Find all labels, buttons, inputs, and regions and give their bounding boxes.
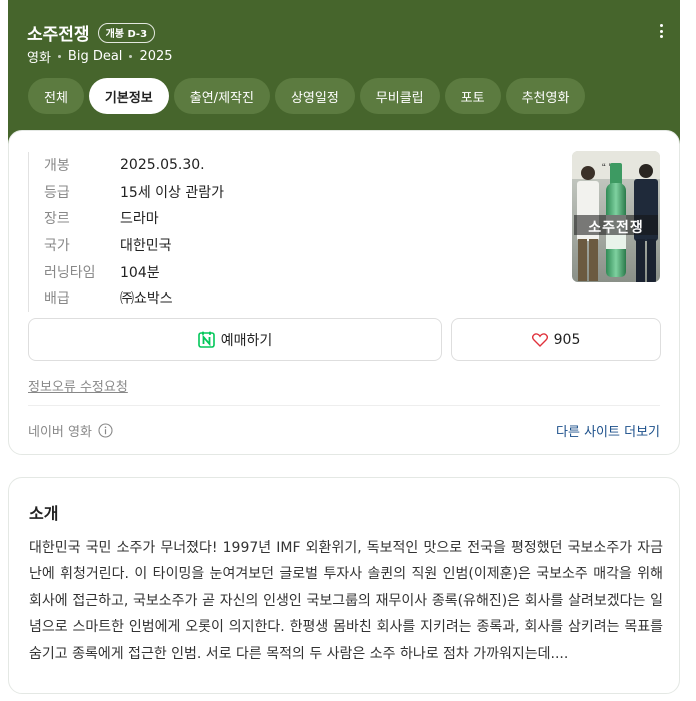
intro-text: 대한민국 국민 소주가 무너졌다! 1997년 IMF 외환위기, 독보적인 맛… [29,540,663,662]
info-value: 2025.05.30. [120,157,205,174]
like-count: 905 [553,331,581,348]
tab-movie-clips[interactable]: 무비클립 [359,78,440,114]
info-label: 배급 [44,291,70,308]
info-value: 104분 [120,264,160,281]
info-row-distributor: 배급 ㈜쇼박스 [44,285,224,312]
basic-info-card: 개봉 2025.05.30. 등급 15세 이상 관람가 장르 드라마 국가 대… [8,130,680,455]
more-options-icon[interactable] [660,24,664,40]
like-button[interactable]: 905 [451,318,661,361]
info-label: 국가 [44,238,70,255]
release-badge: 개봉 D-3 [97,22,156,43]
divider [28,405,660,406]
tab-bar: 전체 기본정보 출연/제작진 상영일정 무비클립 포토 추천영화 [28,78,590,114]
tab-recommended[interactable]: 추천영화 [505,78,586,114]
movie-title[interactable]: 소주전쟁 [27,20,90,45]
report-error-link[interactable]: 정보오류 수정요청 [28,376,128,395]
meta-year: 2025 [139,49,173,64]
reserve-button[interactable]: 예매하기 [28,318,442,361]
source-text: 네이버 영화 [28,425,92,440]
intro-title: 소개 [29,504,59,523]
info-label: 러닝타임 [44,264,96,281]
intro-card: 소개 대한민국 국민 소주가 무너졌다! 1997년 IMF 외환위기, 독보적… [8,477,680,694]
info-list: 개봉 2025.05.30. 등급 15세 이상 관람가 장르 드라마 국가 대… [28,152,224,312]
meta-separator [57,55,61,58]
more-sites-link[interactable]: 다른 사이트 더보기 [556,421,660,440]
meta-category: 영화 [27,51,51,66]
info-label: 등급 [44,184,70,201]
heart-icon [531,332,548,347]
tab-basic-info[interactable]: 기본정보 [88,78,169,114]
movie-meta: 영화 Big Deal 2025 [27,47,173,66]
movie-poster[interactable]: “ ” 소주전쟁 [572,151,660,282]
tab-photos[interactable]: 포토 [444,78,501,114]
naver-booking-icon [197,331,215,348]
meta-separator [129,55,133,58]
info-value: 대한민국 [120,238,172,255]
reserve-label: 예매하기 [220,332,273,349]
info-value: 15세 이상 관람가 [120,184,224,201]
info-row-genre: 장르 드라마 [44,205,224,232]
info-value: ㈜쇼박스 [120,291,173,308]
tab-showtimes[interactable]: 상영일정 [274,78,355,114]
info-icon[interactable] [98,423,113,438]
poster-title-text: 소주전쟁 [588,220,644,236]
tab-cast-crew[interactable]: 출연/제작진 [173,78,270,114]
info-row-rating: 등급 15세 이상 관람가 [44,179,224,206]
info-row-runtime: 러닝타임 104분 [44,258,224,285]
info-label: 개봉 [44,158,70,175]
info-value: 드라마 [120,211,159,228]
title-row: 소주전쟁 개봉 D-3 [27,20,156,45]
meta-english-title: Big Deal [67,49,123,64]
info-label: 장르 [44,211,70,228]
source-label: 네이버 영화 [28,421,113,440]
info-row-country: 국가 대한민국 [44,232,224,259]
info-row-release: 개봉 2025.05.30. [44,152,224,179]
tab-all[interactable]: 전체 [28,78,84,114]
